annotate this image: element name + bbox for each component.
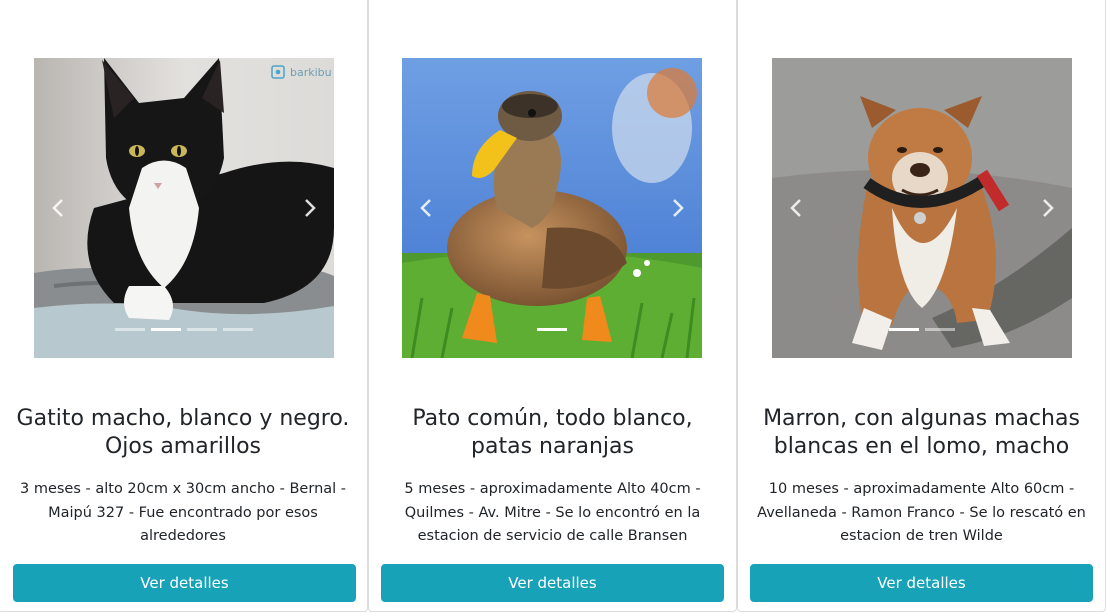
carousel-prev-button[interactable]	[784, 194, 808, 222]
chevron-left-icon	[52, 199, 63, 217]
pet-description: 10 meses - aproximadamente Alto 60cm - A…	[757, 481, 1086, 544]
cat-photo	[34, 58, 334, 358]
chevron-left-icon	[790, 199, 801, 217]
carousel-prev-button[interactable]	[414, 194, 438, 222]
carousel-indicator[interactable]	[925, 328, 955, 331]
chevron-right-icon	[305, 199, 316, 217]
pet-description: 3 meses - alto 20cm x 30cm ancho - Berna…	[19, 481, 347, 544]
pet-title: Marron, con algunas machas blancas en el…	[763, 406, 1080, 459]
pet-card: Marron, con algunas machas blancas en el…	[737, 0, 1106, 612]
carousel-next-button[interactable]	[1036, 194, 1060, 222]
carousel-indicators	[772, 328, 1072, 331]
carousel-indicator-active[interactable]	[151, 328, 181, 331]
pet-photo: barkibu	[34, 58, 334, 358]
view-details-button[interactable]: Ver detalles	[13, 564, 356, 602]
carousel-indicator-active[interactable]	[889, 328, 919, 331]
chevron-left-icon	[420, 199, 431, 217]
pet-card: Pato común, todo blanco, patas naranjas …	[368, 0, 737, 612]
carousel-next-button[interactable]	[666, 194, 690, 222]
carousel-prev-button[interactable]	[46, 194, 70, 222]
pet-photo	[772, 58, 1072, 358]
carousel-indicators	[402, 328, 702, 331]
pet-photo-carousel: barkibu	[34, 58, 334, 358]
pet-photo	[402, 58, 702, 358]
carousel-next-button[interactable]	[298, 194, 322, 222]
carousel-indicator[interactable]	[223, 328, 253, 331]
view-details-button[interactable]: Ver detalles	[381, 564, 724, 602]
pet-title: Gatito macho, blanco y negro. Ojos amari…	[16, 406, 350, 459]
view-details-button[interactable]: Ver detalles	[750, 564, 1093, 602]
dog-photo	[772, 58, 1072, 358]
duck-photo	[402, 58, 702, 358]
carousel-indicator-active[interactable]	[537, 328, 567, 331]
chevron-right-icon	[1043, 199, 1054, 217]
pet-photo-carousel	[772, 58, 1072, 358]
pet-photo-carousel	[402, 58, 702, 358]
watermark-text: barkibu	[290, 66, 332, 79]
pet-title: Pato común, todo blanco, patas naranjas	[412, 406, 693, 459]
pet-card: barkibu Gatito macho, blanco y negro. Oj…	[0, 0, 368, 612]
pet-description: 5 meses - aproximadamente Alto 40cm - Qu…	[404, 481, 701, 544]
carousel-indicator[interactable]	[115, 328, 145, 331]
carousel-indicator[interactable]	[187, 328, 217, 331]
pet-card-grid: barkibu Gatito macho, blanco y negro. Oj…	[0, 0, 1106, 614]
chevron-right-icon	[673, 199, 684, 217]
carousel-indicators	[34, 328, 334, 331]
